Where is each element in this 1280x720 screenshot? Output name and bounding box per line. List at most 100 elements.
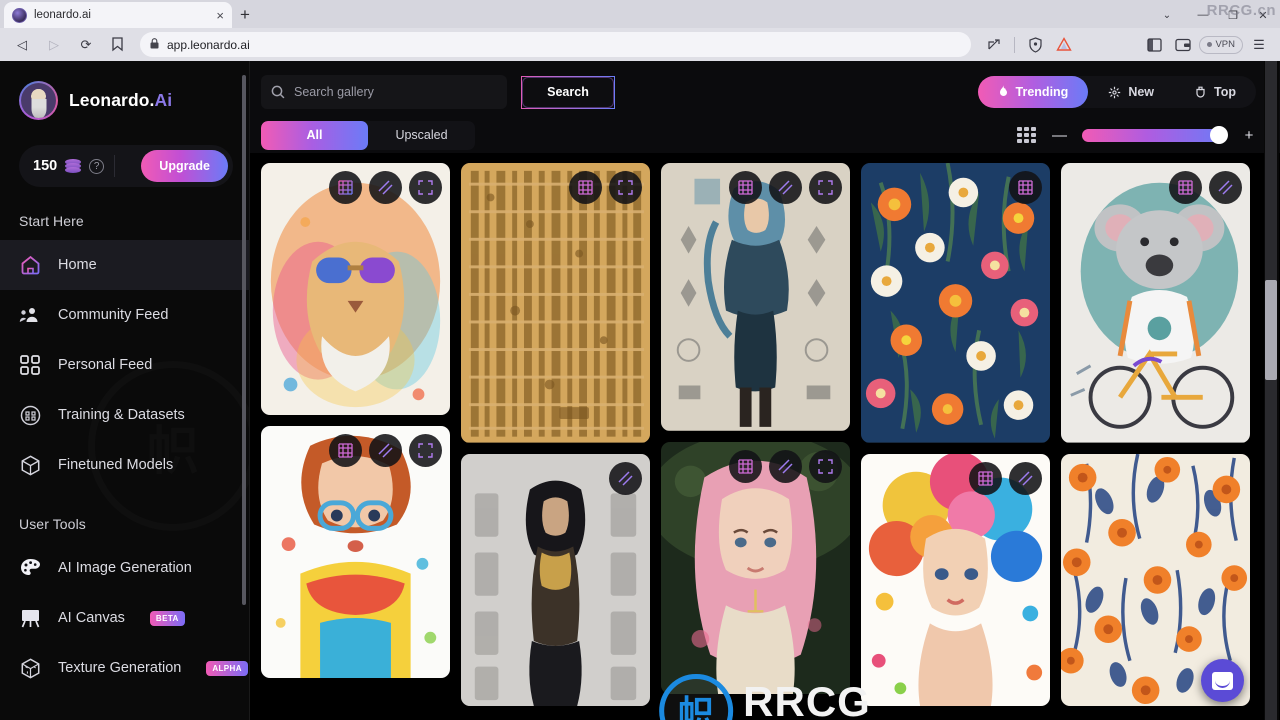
maximize-button[interactable]: ❐ [1218, 2, 1248, 28]
side-panel-icon[interactable] [1141, 32, 1167, 58]
card-actions [569, 171, 642, 204]
tab-label: Trending [1015, 85, 1069, 99]
sidebar-item-personal-feed[interactable]: Personal Feed [0, 340, 249, 390]
minimize-button[interactable]: — [1188, 2, 1218, 28]
card-actions [329, 171, 442, 204]
expand-fullscreen-icon[interactable] [809, 171, 842, 204]
diagonal-lines-icon[interactable] [1009, 461, 1042, 495]
gallery-card[interactable] [261, 426, 450, 678]
gallery-scrollbar[interactable] [1264, 61, 1279, 720]
card-artwork-hieroglyph [461, 163, 650, 443]
tab-upscaled[interactable]: Upscaled [368, 121, 475, 150]
image-variation-icon[interactable] [329, 434, 362, 467]
search-icon [271, 85, 285, 99]
sidebar-item-community-feed[interactable]: Community Feed [0, 290, 249, 340]
section-title-start-here: Start Here [19, 213, 84, 229]
beta-badge: BETA [149, 610, 185, 626]
chevron-down-icon[interactable]: ⌄ [1146, 2, 1188, 28]
tab-title: leonardo.ai [34, 9, 91, 21]
upgrade-button[interactable]: Upgrade [141, 150, 228, 182]
window-close-button[interactable]: ✕ [1248, 2, 1278, 28]
card-actions [329, 434, 442, 467]
search-field-wrapper[interactable] [261, 75, 507, 109]
wallet-icon[interactable] [1170, 32, 1196, 58]
vpn-label: VPN [1215, 39, 1235, 50]
tab-trending[interactable]: Trending [977, 76, 1089, 108]
sidebar-item-home[interactable]: Home [0, 240, 249, 290]
nav-list-start-here: Home Community Feed Personal Feed Traini… [0, 240, 249, 490]
gallery-card[interactable] [861, 453, 1050, 706]
image-variation-icon[interactable] [969, 461, 1002, 495]
image-variation-icon[interactable] [1009, 171, 1042, 204]
new-tab-button[interactable]: + [232, 2, 258, 28]
gallery-card[interactable] [661, 441, 850, 694]
sidebar-scrollbar-thumb[interactable] [242, 75, 246, 605]
address-bar[interactable]: app.leonardo.ai [140, 32, 972, 57]
image-variation-icon[interactable] [329, 171, 362, 204]
gallery-card[interactable] [1061, 163, 1250, 443]
gallery-card[interactable] [661, 163, 850, 431]
diagonal-lines-icon[interactable] [369, 434, 402, 467]
brave-lion-icon[interactable] [1051, 32, 1077, 58]
tab-new[interactable]: New [1088, 76, 1174, 108]
expand-fullscreen-icon[interactable] [409, 434, 442, 467]
sidebar-item-finetuned-models[interactable]: Finetuned Models [0, 440, 249, 490]
card-actions [609, 461, 642, 495]
diagonal-lines-icon[interactable] [769, 449, 802, 483]
lock-icon [150, 37, 159, 52]
sidebar-item-training-datasets[interactable]: Training & Datasets [0, 390, 249, 440]
menu-icon[interactable]: ☰ [1246, 32, 1272, 58]
sidebar-item-texture-generation[interactable]: Texture Generation ALPHA [0, 643, 249, 693]
page-viewport: 帜 Leonardo.Ai 150 ? Upgrade Start Here [0, 61, 1280, 720]
zoom-in-button[interactable]: + [1242, 127, 1256, 144]
browser-tab[interactable]: leonardo.ai × [4, 2, 232, 28]
card-actions [729, 449, 842, 483]
expand-fullscreen-icon[interactable] [809, 449, 842, 483]
search-input[interactable] [294, 85, 497, 99]
diagonal-lines-icon[interactable] [1209, 171, 1242, 204]
diagonal-lines-icon[interactable] [769, 171, 802, 204]
image-variation-icon[interactable] [729, 171, 762, 204]
expand-fullscreen-icon[interactable] [609, 171, 642, 204]
scrollbar-thumb[interactable] [1265, 280, 1277, 380]
gallery-card[interactable] [861, 163, 1050, 443]
chat-bubble-icon[interactable] [1201, 659, 1244, 702]
share-icon[interactable] [981, 32, 1007, 58]
reload-icon[interactable]: ⟳ [72, 32, 100, 58]
image-variation-icon[interactable] [1169, 171, 1202, 204]
question-mark-icon[interactable]: ? [89, 158, 105, 174]
tab-top[interactable]: Top [1174, 76, 1256, 108]
gallery-card[interactable] [461, 163, 650, 443]
grid-density-icon[interactable] [1017, 127, 1036, 143]
sidebar-item-ai-image-generation[interactable]: AI Image Generation [0, 543, 249, 593]
forward-icon[interactable]: ▷ [40, 32, 68, 58]
gallery-card[interactable] [261, 163, 450, 415]
toolbar-divider [1014, 36, 1016, 53]
browser-titlebar: leonardo.ai × + ⌄ — ❐ ✕ RRCG.cn [0, 0, 1280, 28]
gallery-card[interactable] [461, 453, 650, 706]
diagonal-lines-icon[interactable] [609, 461, 642, 495]
image-variation-icon[interactable] [729, 449, 762, 483]
tab-all[interactable]: All [261, 120, 368, 150]
shield-icon[interactable] [1022, 32, 1048, 58]
search-button[interactable]: Search [521, 75, 615, 109]
thumbnail-size-slider[interactable] [1082, 126, 1228, 144]
slider-thumb[interactable] [1210, 126, 1228, 144]
expand-fullscreen-icon[interactable] [409, 171, 442, 204]
brand-header[interactable]: Leonardo.Ai [0, 61, 249, 120]
sidebar-item-ai-canvas[interactable]: AI Canvas BETA [0, 593, 249, 643]
image-variation-icon[interactable] [569, 171, 602, 204]
diagonal-lines-icon[interactable] [369, 171, 402, 204]
credits-card: 150 ? Upgrade [19, 145, 233, 187]
close-icon[interactable]: × [216, 9, 224, 22]
cube-box-icon [19, 454, 41, 476]
sidebar-item-label: Community Feed [58, 307, 169, 323]
vpn-status-pill[interactable]: VPN [1199, 35, 1243, 54]
sidebar-item-label: AI Image Generation [58, 560, 192, 576]
zoom-out-button[interactable]: — [1052, 127, 1067, 144]
toolbar-row-search: Search Trending New [261, 75, 1256, 109]
back-icon[interactable]: ◁ [8, 32, 36, 58]
image-gallery [250, 153, 1262, 720]
bookmark-icon[interactable] [104, 32, 130, 58]
scrollbar-track [1265, 61, 1277, 720]
